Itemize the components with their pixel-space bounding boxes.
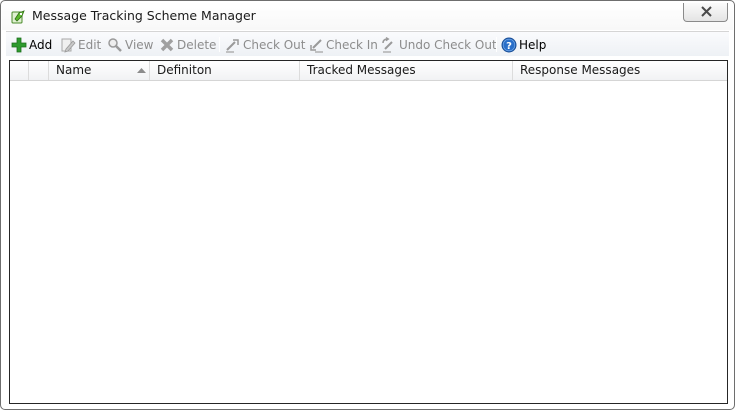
help-icon: ?	[501, 37, 517, 52]
delete-label: Delete	[177, 37, 217, 52]
check-out-icon	[226, 38, 239, 53]
undo-check-out-button[interactable]: Undo Check Out	[381, 34, 497, 55]
column-header-definition-label: Definiton	[157, 63, 212, 77]
column-header-name-label: Name	[56, 63, 92, 77]
toolbar: Add Edit View Delete Check Out Check In …	[6, 31, 729, 56]
svg-text:?: ?	[506, 41, 512, 52]
title-bar[interactable]: Message Tracking Scheme Manager	[2, 2, 733, 30]
column-header-blank[interactable]	[29, 61, 49, 80]
undo-check-out-icon	[382, 36, 393, 53]
add-icon	[11, 37, 27, 52]
close-icon	[701, 6, 712, 17]
column-header-indicator[interactable]	[10, 61, 29, 80]
view-button[interactable]: View	[107, 34, 153, 55]
delete-button[interactable]: Delete	[159, 34, 216, 55]
check-in-label: Check In	[326, 37, 378, 52]
delete-icon	[160, 38, 174, 51]
column-header-tracked-messages-label: Tracked Messages	[307, 63, 416, 77]
toolbar-separator	[496, 37, 497, 52]
check-out-button[interactable]: Check Out	[225, 34, 305, 55]
undo-check-out-label: Undo Check Out	[399, 37, 497, 52]
check-in-button[interactable]: Check In	[308, 34, 378, 55]
schemes-grid[interactable]: Name Definiton Tracked Messages Response…	[9, 60, 728, 404]
column-header-tracked-messages[interactable]: Tracked Messages	[300, 61, 513, 80]
view-label: View	[125, 37, 154, 52]
help-button[interactable]: ? Help	[501, 34, 546, 55]
column-header-name[interactable]: Name	[49, 61, 150, 80]
check-out-label: Check Out	[243, 37, 306, 52]
help-label: Help	[519, 37, 547, 52]
edit-button[interactable]: Edit	[60, 34, 101, 55]
edit-icon	[61, 38, 76, 53]
column-header-response-messages-label: Response Messages	[520, 63, 641, 77]
message-tracking-scheme-manager-window: Message Tracking Scheme Manager Add Edit	[0, 0, 735, 410]
column-header-response-messages[interactable]: Response Messages	[513, 61, 727, 80]
grid-header: Name Definiton Tracked Messages Response…	[10, 61, 727, 81]
edit-label: Edit	[78, 37, 102, 52]
add-button[interactable]: Add	[11, 34, 52, 55]
tracking-scheme-icon	[11, 10, 25, 24]
add-label: Add	[29, 37, 53, 52]
column-header-definition[interactable]: Definiton	[150, 61, 300, 80]
check-in-icon	[310, 38, 323, 53]
magnifier-icon	[108, 37, 122, 52]
toolbar-separator	[219, 37, 220, 52]
close-button[interactable]	[683, 3, 728, 22]
sort-ascending-icon	[137, 68, 146, 73]
grid-body[interactable]	[10, 81, 727, 403]
window-title: Message Tracking Scheme Manager	[32, 8, 256, 23]
